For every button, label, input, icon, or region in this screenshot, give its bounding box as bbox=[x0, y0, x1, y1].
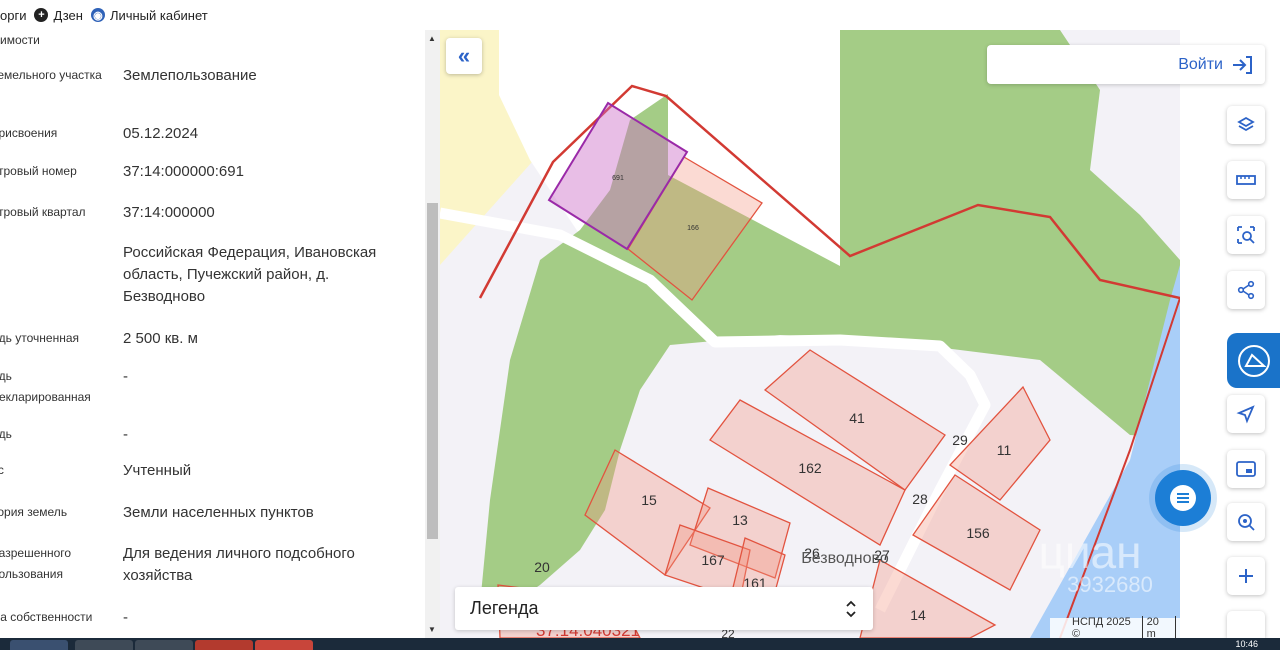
emblem-icon: ◉ bbox=[90, 8, 105, 22]
watermark: циан bbox=[1038, 526, 1141, 578]
frame-icon bbox=[1236, 461, 1256, 477]
zoom-out-button[interactable] bbox=[1227, 611, 1265, 638]
parcel-label-29: 29 bbox=[952, 432, 968, 448]
bookmark-label: орги bbox=[0, 7, 27, 23]
dzen-icon: + bbox=[34, 8, 49, 22]
parcel-label-156: 156 bbox=[966, 525, 990, 541]
login-icon bbox=[1233, 55, 1252, 74]
info-value: Земли населенных пунктов bbox=[123, 504, 314, 521]
info-label: стровый номер bbox=[0, 164, 77, 178]
taskbar-item[interactable] bbox=[135, 640, 193, 650]
os-taskbar: 10:46 bbox=[0, 638, 1280, 650]
info-label: с bbox=[0, 242, 102, 263]
info-value: - bbox=[123, 426, 128, 443]
parcel-label-20: 20 bbox=[534, 559, 550, 575]
info-value: - bbox=[123, 609, 128, 626]
location-search-icon bbox=[1238, 514, 1255, 531]
login-button[interactable]: Войти bbox=[987, 45, 1265, 84]
share-button[interactable] bbox=[1227, 271, 1265, 309]
info-label: адь уточненная bbox=[0, 331, 80, 345]
layers-button[interactable] bbox=[1227, 106, 1265, 144]
info-value: - bbox=[123, 368, 128, 385]
scroll-up-icon[interactable]: ▲ bbox=[428, 34, 436, 43]
bookmark-dzen[interactable]: + Дзен bbox=[34, 7, 83, 23]
map-view[interactable]: 691 166 41 29 11 162 28 15 13 156 167 26… bbox=[440, 30, 1180, 638]
info-value: 37:14:000000:691 bbox=[123, 163, 244, 180]
place-name: Безводново bbox=[801, 550, 889, 567]
bookmark-label: Личный кабинет bbox=[109, 7, 208, 23]
map-frame-button[interactable] bbox=[1227, 450, 1265, 488]
plus-icon bbox=[1239, 569, 1253, 583]
feedback-ribbon[interactable] bbox=[1227, 333, 1280, 388]
parcel-14 bbox=[859, 559, 997, 638]
taskbar-item[interactable] bbox=[195, 640, 253, 650]
watermark-phone: 3932680 bbox=[1067, 572, 1153, 597]
select-area-button[interactable] bbox=[1227, 216, 1265, 254]
area-select-icon bbox=[1237, 226, 1255, 244]
legend-label: Легенда bbox=[470, 598, 539, 618]
navigation-icon bbox=[1236, 405, 1255, 424]
search-location-button[interactable] bbox=[1227, 503, 1265, 541]
info-value: 2 500 кв. м bbox=[123, 330, 198, 347]
parcel-label-13: 13 bbox=[732, 512, 748, 528]
info-label: ус bbox=[0, 463, 4, 477]
taskbar-clock: 10:46 bbox=[1235, 639, 1258, 649]
parcel-label-14: 14 bbox=[910, 607, 926, 623]
parcel-label-691: 691 bbox=[612, 175, 624, 182]
layers-icon bbox=[1237, 116, 1255, 132]
info-label: адь bbox=[0, 427, 12, 441]
bookmark-cabinet[interactable]: ◉ Личный кабинет bbox=[90, 7, 208, 23]
parcel-label-15: 15 bbox=[641, 492, 657, 508]
legend-panel[interactable]: Легенда bbox=[455, 587, 873, 630]
info-value: 37:14:000000 bbox=[123, 204, 215, 221]
parcel-label-28: 28 bbox=[912, 491, 928, 507]
panel-scrollbar[interactable]: ▲ ▼ bbox=[425, 30, 440, 638]
info-value: 05.12.2024 bbox=[123, 125, 199, 142]
info-value: Учтенный bbox=[123, 462, 192, 479]
bookmarks-bar: орги + Дзен ◉ Личный кабинет bbox=[0, 0, 975, 31]
bookmark-torgi[interactable]: орги bbox=[0, 8, 26, 23]
taskbar-item[interactable] bbox=[255, 640, 313, 650]
info-value: Землепользование bbox=[123, 67, 257, 84]
parcel-label-41: 41 bbox=[849, 410, 865, 426]
parcel-label-162: 162 bbox=[798, 460, 822, 476]
chat-icon bbox=[1170, 485, 1196, 511]
parcel-label-167: 167 bbox=[701, 552, 725, 568]
parcel-label-166: 166 bbox=[687, 225, 699, 232]
message-icon bbox=[1237, 344, 1270, 377]
bookmark-label: Дзен bbox=[53, 7, 83, 23]
info-panel: жимости земельного участка Землепользован… bbox=[0, 30, 425, 638]
parcel-label-11: 11 bbox=[997, 442, 1012, 458]
info-label: присвоения bbox=[0, 126, 58, 140]
info-label: земельного участка bbox=[0, 68, 102, 82]
expand-collapse-icon bbox=[846, 600, 856, 617]
info-label: ма собственности bbox=[0, 610, 93, 624]
measure-button[interactable] bbox=[1227, 161, 1265, 199]
info-label: разрешенного пользования bbox=[0, 546, 72, 581]
chat-button[interactable] bbox=[1155, 470, 1211, 526]
info-label: адь декларированная bbox=[0, 369, 91, 404]
login-label: Войти bbox=[1178, 55, 1223, 73]
double-chevron-left-icon: « bbox=[457, 43, 471, 68]
map-attribution: НСПД 2025 © 20 m bbox=[1050, 615, 1180, 641]
info-label: тория земель bbox=[0, 505, 68, 519]
map-canvas[interactable]: 691 166 41 29 11 162 28 15 13 156 167 26… bbox=[440, 30, 1180, 638]
attribution-text: НСПД 2025 © bbox=[1072, 616, 1131, 640]
info-value: Российская Федерация, Ивановская область… bbox=[123, 244, 377, 305]
info-value: Для ведения личного подсобного хозяйства bbox=[123, 545, 355, 584]
share-icon bbox=[1237, 280, 1255, 300]
locate-button[interactable] bbox=[1227, 395, 1265, 433]
taskbar-item[interactable] bbox=[10, 640, 68, 650]
ruler-icon bbox=[1236, 175, 1256, 185]
zoom-in-button[interactable] bbox=[1227, 557, 1265, 595]
taskbar-item[interactable] bbox=[75, 640, 133, 650]
scroll-thumb[interactable] bbox=[427, 203, 438, 539]
info-label: стровый квартал bbox=[0, 205, 86, 219]
info-label: жимости bbox=[0, 33, 40, 47]
collapse-panel-button[interactable]: « bbox=[446, 38, 482, 74]
scroll-down-icon[interactable]: ▼ bbox=[428, 625, 436, 634]
scale-bar: 20 m bbox=[1141, 615, 1176, 641]
